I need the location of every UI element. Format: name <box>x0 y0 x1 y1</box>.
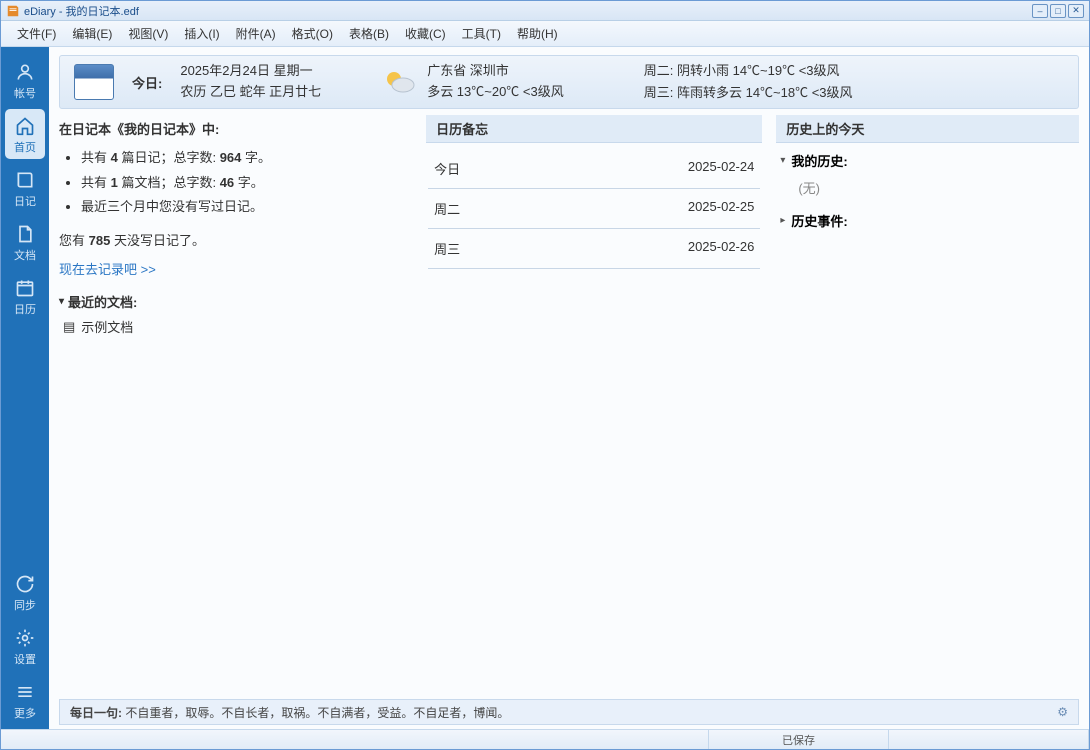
memo-day: 周三 <box>434 239 460 258</box>
sidebar-item-more[interactable]: 更多 <box>5 675 45 725</box>
book-icon <box>14 169 36 191</box>
write-now-link[interactable]: 现在去记录吧 >> <box>59 259 412 278</box>
menu-edit[interactable]: 编辑(E) <box>64 22 120 45</box>
app-icon <box>6 4 20 18</box>
summary-item: 共有 1 篇文档；总字数: 46 字。 <box>81 171 412 196</box>
recent-doc-item[interactable]: ▤ 示例文档 <box>59 317 412 336</box>
today-label: 今日: <box>132 73 162 92</box>
memo-row[interactable]: 周三 2025-02-26 <box>428 229 760 269</box>
content-area: 今日: 2025年2月24日 星期一 农历 乙巳 蛇年 正月廿七 广东省 深圳市… <box>49 47 1089 729</box>
sidebar-item-settings[interactable]: 设置 <box>5 621 45 671</box>
doc-icon <box>14 223 36 245</box>
menu-format[interactable]: 格式(O) <box>284 22 341 45</box>
summary-list: 共有 4 篇日记；总字数: 964 字。 共有 1 篇文档；总字数: 46 字。… <box>59 146 412 220</box>
weather-location: 广东省 深圳市 <box>427 61 564 82</box>
menu-help[interactable]: 帮助(H) <box>509 22 566 45</box>
memo-title: 日历备忘 <box>426 115 762 143</box>
gear-icon <box>14 627 36 649</box>
window-title: eDiary - 我的日记本.edf <box>24 3 1032 19</box>
forecast-day1: 周二: 阴转小雨 14℃~19℃ <3级风 <box>644 60 853 82</box>
daily-quote-bar: 每日一句: 不自重者，取辱。不自长者，取祸。不自满者，受益。不自足者，博闻。 ⚙ <box>59 699 1079 725</box>
date-block: 2025年2月24日 星期一 农历 乙巳 蛇年 正月廿七 <box>180 61 321 103</box>
quote-settings-icon[interactable]: ⚙ <box>1057 705 1068 719</box>
date-gregorian: 2025年2月24日 星期一 <box>180 61 321 82</box>
history-none: (无) <box>780 178 1075 197</box>
menu-bar: 文件(F) 编辑(E) 视图(V) 插入(I) 附件(A) 格式(O) 表格(B… <box>1 21 1089 47</box>
chevron-down-icon: ▾ <box>59 296 64 307</box>
sidebar-item-sync[interactable]: 同步 <box>5 567 45 617</box>
summary-item: 共有 4 篇日记；总字数: 964 字。 <box>81 146 412 171</box>
sidebar-label: 日记 <box>14 193 36 209</box>
summary-heading: 在日记本《我的日记本》中: <box>59 119 412 138</box>
sidebar-item-home[interactable]: 首页 <box>5 109 45 159</box>
weather-icon <box>381 67 417 97</box>
memo-row[interactable]: 今日 2025-02-24 <box>428 149 760 189</box>
status-saved: 已保存 <box>709 730 889 749</box>
quote-text: 不自重者，取辱。不自长者，取祸。不自满者，受益。不自足者，博闻。 <box>125 706 509 720</box>
sidebar-label: 设置 <box>14 651 36 667</box>
quote-label: 每日一句: <box>70 706 122 720</box>
sidebar: 帐号 首页 日记 文档 日历 同步 设置 更多 <box>1 47 49 729</box>
idle-note: 您有 785 天没写日记了。 <box>59 230 412 249</box>
summary-panel: 在日记本《我的日记本》中: 共有 4 篇日记；总字数: 964 字。 共有 1 … <box>59 115 412 691</box>
chevron-down-icon: ▾ <box>780 155 785 166</box>
calendar-icon <box>14 277 36 299</box>
memo-date: 2025-02-24 <box>688 159 755 178</box>
sidebar-label: 帐号 <box>14 85 36 101</box>
menu-attach[interactable]: 附件(A) <box>228 22 284 45</box>
memo-day: 今日 <box>434 159 460 178</box>
sidebar-item-account[interactable]: 帐号 <box>5 55 45 105</box>
memo-date: 2025-02-26 <box>688 239 755 258</box>
sidebar-label: 同步 <box>14 597 36 613</box>
close-button[interactable]: ✕ <box>1068 4 1084 18</box>
date-lunar: 农历 乙巳 蛇年 正月廿七 <box>180 82 321 103</box>
memo-day: 周二 <box>434 199 460 218</box>
menu-tools[interactable]: 工具(T) <box>454 22 509 45</box>
calendar-widget-icon <box>74 64 114 100</box>
recent-docs-heading[interactable]: ▾ 最近的文档: <box>59 292 412 311</box>
menu-fav[interactable]: 收藏(C) <box>397 22 454 45</box>
sidebar-label: 文档 <box>14 247 36 263</box>
forecast-block: 周二: 阴转小雨 14℃~19℃ <3级风 周三: 阵雨转多云 14℃~18℃ … <box>644 60 853 104</box>
forecast-day2: 周三: 阵雨转多云 14℃~18℃ <3级风 <box>644 82 853 104</box>
summary-item: 最近三个月中您没有写过日记。 <box>81 195 412 220</box>
menu-icon <box>14 681 36 703</box>
user-icon <box>14 61 36 83</box>
window-controls: ‒ □ ✕ <box>1032 4 1084 18</box>
my-history-toggle[interactable]: ▾ 我的历史: <box>780 151 1075 170</box>
home-icon <box>14 115 36 137</box>
today-banner: 今日: 2025年2月24日 星期一 农历 乙巳 蛇年 正月廿七 广东省 深圳市… <box>59 55 1079 109</box>
sidebar-label: 首页 <box>14 139 36 155</box>
sync-icon <box>14 573 36 595</box>
sidebar-item-docs[interactable]: 文档 <box>5 217 45 267</box>
memo-panel: 日历备忘 今日 2025-02-24 周二 2025-02-25 周三 2025… <box>426 115 762 691</box>
menu-insert[interactable]: 插入(I) <box>176 22 227 45</box>
menu-view[interactable]: 视图(V) <box>120 22 176 45</box>
sidebar-item-calendar[interactable]: 日历 <box>5 271 45 321</box>
sidebar-item-diary[interactable]: 日记 <box>5 163 45 213</box>
maximize-button[interactable]: □ <box>1050 4 1066 18</box>
memo-row[interactable]: 周二 2025-02-25 <box>428 189 760 229</box>
title-bar: eDiary - 我的日记本.edf ‒ □ ✕ <box>1 1 1089 21</box>
weather-block: 广东省 深圳市 多云 13℃~20℃ <3级风 <box>427 61 564 103</box>
history-panel: 历史上的今天 ▾ 我的历史: (无) ▸ 历史事件: <box>776 115 1079 691</box>
menu-file[interactable]: 文件(F) <box>9 22 64 45</box>
history-title: 历史上的今天 <box>776 115 1079 143</box>
minimize-button[interactable]: ‒ <box>1032 4 1048 18</box>
doc-icon: ▤ <box>63 319 75 335</box>
sidebar-label: 更多 <box>14 705 36 721</box>
status-bar: 已保存 <box>1 729 1089 749</box>
chevron-right-icon: ▸ <box>780 215 785 226</box>
sidebar-label: 日历 <box>14 301 36 317</box>
weather-today: 多云 13℃~20℃ <3级风 <box>427 82 564 103</box>
memo-date: 2025-02-25 <box>688 199 755 218</box>
history-events-toggle[interactable]: ▸ 历史事件: <box>780 211 1075 230</box>
menu-table[interactable]: 表格(B) <box>341 22 397 45</box>
